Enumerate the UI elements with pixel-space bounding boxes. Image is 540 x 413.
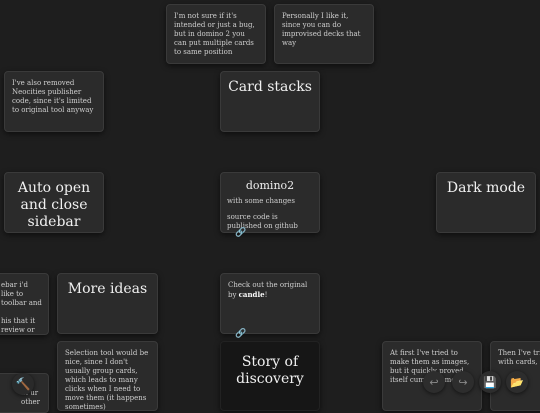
card-text-suffix: !: [264, 291, 268, 299]
card-not-sure[interactable]: I'm not sure if it's intended or just a …: [166, 4, 266, 64]
card-title: More ideas: [67, 281, 148, 297]
undo-button[interactable]: ↩: [423, 371, 445, 393]
card-domino2[interactable]: domino2 with some changes source code is…: [220, 172, 320, 233]
save-button[interactable]: 💾: [479, 371, 501, 393]
undo-icon: ↩: [429, 375, 439, 389]
card-title: Auto open and close sidebar: [17, 180, 91, 230]
save-icon: 💾: [483, 375, 497, 389]
card-check-original[interactable]: Check out the original by candle!: [220, 273, 320, 334]
card-text: Personally I like it, since you can do i…: [282, 12, 361, 47]
open-folder-button[interactable]: 📂: [506, 371, 528, 393]
card-dark-mode[interactable]: Dark mode: [436, 172, 536, 233]
card-title: Story of discovery: [236, 354, 304, 387]
card-title: domino2: [245, 179, 295, 192]
card-selection-tool[interactable]: Selection tool would be nice, since I do…: [57, 341, 158, 411]
card-left-partial[interactable]: ebar i'd like to toolbar and his that it…: [0, 273, 49, 335]
redo-icon: ↪: [458, 375, 468, 389]
card-personally[interactable]: Personally I like it, since you can do i…: [274, 4, 374, 64]
card-removed-neocities[interactable]: I've also removed Neocities publisher co…: [4, 71, 104, 132]
card-title: Card stacks: [228, 79, 312, 95]
card-text: I'm not sure if it's intended or just a …: [174, 12, 255, 56]
card-text: Then I've tried Simulator with cards, an…: [498, 349, 540, 366]
card-card-stacks[interactable]: Card stacks: [220, 71, 320, 132]
hammer-icon: 🔨: [15, 377, 31, 391]
hammer-button[interactable]: 🔨: [12, 373, 34, 395]
redo-button[interactable]: ↪: [452, 371, 474, 393]
candle-link[interactable]: candle: [239, 290, 265, 299]
card-text: Check out the original by candle!: [221, 274, 319, 300]
link-icon[interactable]: 🔗: [235, 329, 246, 339]
card-title: Dark mode: [446, 180, 526, 196]
card-text: I've also removed Neocities publisher co…: [12, 79, 94, 114]
folder-open-icon: 📂: [510, 375, 524, 389]
card-story-of-discovery[interactable]: Story of discovery: [220, 341, 320, 411]
card-more-ideas[interactable]: More ideas: [57, 273, 158, 334]
card-text: ebar i'd like to toolbar and his that it…: [1, 281, 42, 334]
card-text: Selection tool would be nice, since I do…: [65, 349, 149, 411]
link-icon[interactable]: 🔗: [235, 228, 246, 238]
card-auto-open[interactable]: Auto open and close sidebar: [4, 172, 104, 233]
card-subtitle: with some changes: [227, 197, 295, 205]
